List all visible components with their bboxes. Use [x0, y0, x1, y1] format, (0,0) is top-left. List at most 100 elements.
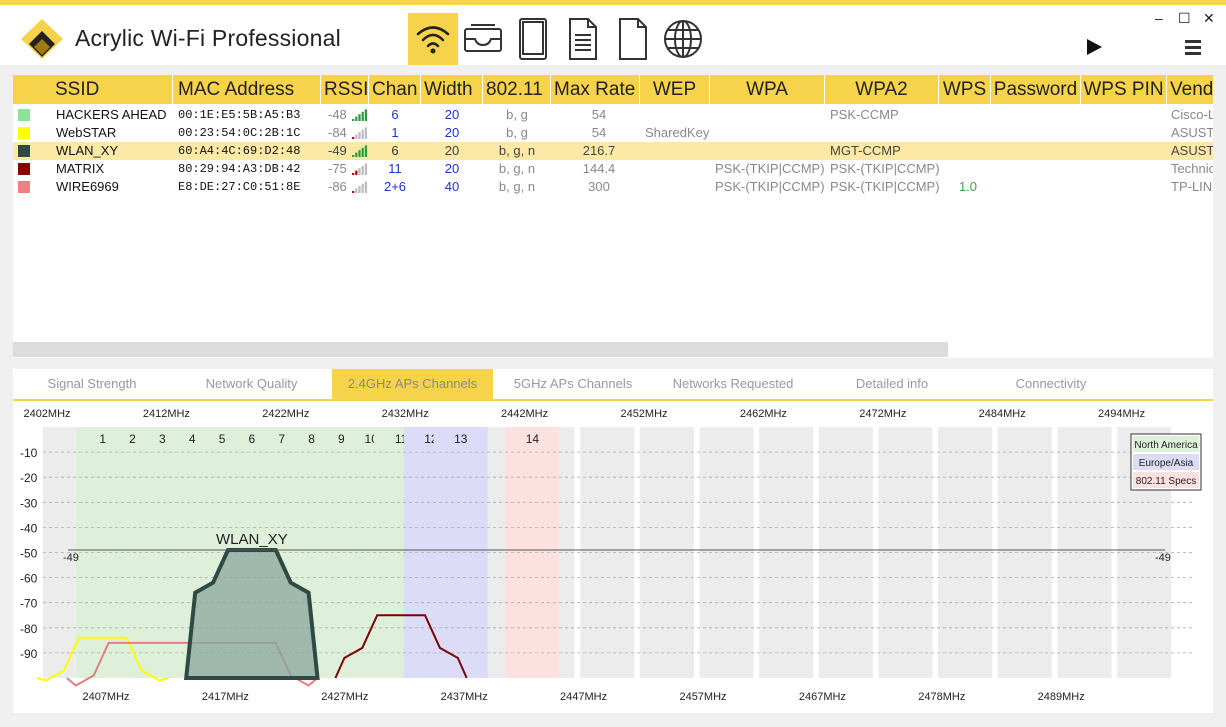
- cell-rate: 54: [591, 107, 607, 122]
- col-chan[interactable]: Chan: [369, 75, 421, 104]
- cell-wep: [645, 178, 713, 196]
- channel-label: 9: [338, 432, 345, 446]
- channel-label: 3: [159, 432, 166, 446]
- cell-wpa2: MGT-CCMP: [830, 143, 901, 158]
- y-tick-label: -50: [20, 547, 38, 561]
- col-wpspin[interactable]: WPS PIN: [1081, 75, 1167, 104]
- cell-wep: [645, 106, 713, 124]
- col-mac[interactable]: MAC Address: [173, 75, 321, 104]
- blank-document-icon[interactable]: [608, 13, 658, 65]
- channel-label: 14: [526, 432, 540, 446]
- channel-label: 5: [219, 432, 226, 446]
- cell-rate: 144.4: [582, 161, 616, 176]
- cell-rate: 54: [591, 125, 607, 140]
- bottom-freq-label: 2467MHz: [799, 691, 846, 703]
- top-freq-label: 2412MHz: [143, 408, 190, 420]
- bottom-freq-label: 2417MHz: [202, 691, 249, 703]
- cell-mac: E8:DE:27:C0:51:8E: [178, 180, 301, 194]
- cell-std: b, g: [506, 107, 528, 122]
- legend-label: North America: [1134, 440, 1198, 451]
- y-tick-label: -40: [20, 521, 38, 535]
- cell-std: b, g: [506, 125, 528, 140]
- cell-wps: [939, 142, 997, 160]
- cell-width: 20: [444, 125, 460, 140]
- document-icon[interactable]: [558, 13, 608, 65]
- col-password[interactable]: Password: [991, 75, 1081, 104]
- tab-5ghz-channels[interactable]: 5GHz APs Channels: [493, 369, 653, 399]
- channel-label: 2: [129, 432, 136, 446]
- signal-bars-icon: [352, 109, 367, 121]
- col-wep[interactable]: WEP: [640, 75, 710, 104]
- cell-wpa: [715, 142, 830, 160]
- col-width[interactable]: Width: [421, 75, 483, 104]
- tab-network-quality[interactable]: Network Quality: [171, 369, 332, 399]
- cell-width: 40: [444, 179, 460, 194]
- col-80211[interactable]: 802.11: [483, 75, 551, 104]
- tab-networks-requested[interactable]: Networks Requested: [653, 369, 813, 399]
- y-tick-label: -30: [20, 496, 38, 510]
- channel-label: 8: [308, 432, 315, 446]
- globe-icon[interactable]: [658, 13, 708, 65]
- top-freq-label: 2402MHz: [23, 408, 70, 420]
- y-tick-label: -70: [20, 597, 38, 611]
- bottom-freq-label: 2457MHz: [679, 691, 726, 703]
- tab-signal-strength[interactable]: Signal Strength: [13, 369, 171, 399]
- cell-ssid: WebSTAR: [56, 125, 117, 140]
- bottom-freq-label: 2447MHz: [560, 691, 607, 703]
- col-rssi[interactable]: RSSI: [321, 75, 369, 104]
- maximize-button[interactable]: ☐: [1178, 10, 1191, 27]
- table-row[interactable]: HACKERS AHEAD 00:1E:E5:5B:A5:B3 -48 6 20 b, g…: [13, 106, 1213, 124]
- channel-chart-area: 1 2 3 4 5 6 7 8 9 10 11 12 13 14 -10 -20 -30 -40 -50 -60 -70…: [13, 401, 1213, 713]
- legend-label: Europe/Asia: [1139, 458, 1194, 469]
- app-title: Acrylic Wi-Fi Professional: [75, 25, 341, 51]
- cell-chan: 11: [388, 161, 402, 176]
- cell-wpa2: [830, 124, 942, 142]
- cell-wps: [939, 160, 997, 178]
- col-ssid[interactable]: SSID: [13, 75, 173, 104]
- cell-rate: 300: [588, 179, 610, 194]
- cell-vendor: Technic: [1171, 161, 1213, 176]
- top-freq-label: 2494MHz: [1098, 408, 1145, 420]
- cell-wps: 1.0: [958, 179, 978, 194]
- cell-wps: [939, 124, 997, 142]
- inbox-icon[interactable]: [458, 13, 508, 65]
- horizontal-scrollbar[interactable]: [13, 342, 948, 357]
- col-wps[interactable]: WPS: [939, 75, 991, 104]
- minimize-button[interactable]: –: [1155, 10, 1163, 26]
- play-icon[interactable]: [1085, 38, 1103, 56]
- y-tick-label: -80: [20, 622, 38, 636]
- cell-width: 20: [444, 107, 460, 122]
- cell-wep: SharedKey: [645, 125, 710, 140]
- cell-wpa: PSK-(TKIP|CCMP): [715, 161, 825, 176]
- bottom-freq-label: 2427MHz: [321, 691, 368, 703]
- top-freq-label: 2472MHz: [859, 408, 906, 420]
- channel-label: 7: [278, 432, 285, 446]
- tab-connectivity[interactable]: Connectivity: [971, 369, 1131, 399]
- col-wpa[interactable]: WPA: [710, 75, 825, 104]
- col-wpa2[interactable]: WPA2: [825, 75, 939, 104]
- col-maxrate[interactable]: Max Rate: [551, 75, 640, 104]
- col-vendor[interactable]: Vend: [1167, 75, 1213, 104]
- tab-24ghz-channels[interactable]: 2.4GHz APs Channels: [332, 369, 493, 399]
- hamburger-menu-icon[interactable]: [1185, 40, 1201, 58]
- tab-detailed-info[interactable]: Detailed info: [813, 369, 971, 399]
- table-row[interactable]: WIRE6969 E8:DE:27:C0:51:8E -86 2+6 40 b, g, n…: [13, 178, 1213, 196]
- table-row[interactable]: WLAN_XY 60:A4:4C:69:D2:48 -49 6 20 b, g, n 216…: [13, 142, 1213, 160]
- title-bar: Acrylic Wi-Fi Professional – ☐ ✕: [0, 5, 1226, 65]
- cell-chan: 1: [391, 125, 399, 140]
- networks-table: SSID MAC Address RSSI Chan Width 802.11 …: [13, 75, 1213, 358]
- cell-width: 20: [444, 161, 460, 176]
- table-row[interactable]: MATRIX 80:29:94:A3:DB:42 -75 11 20 b, g, n 144…: [13, 160, 1213, 178]
- cell-chan: 2+6: [383, 179, 407, 194]
- close-button[interactable]: ✕: [1203, 10, 1215, 27]
- tablet-icon[interactable]: [508, 13, 558, 65]
- channel-bg-column: [818, 427, 873, 678]
- cell-std: b, g, n: [498, 161, 536, 176]
- cell-mac: 60:A4:4C:69:D2:48: [178, 144, 301, 158]
- rssi-reference-left: -49: [63, 552, 79, 564]
- cell-wpa: [715, 124, 830, 142]
- wifi-icon[interactable]: [408, 13, 458, 65]
- cell-mac: 00:23:54:0C:2B:1C: [178, 126, 301, 140]
- cell-ssid: HACKERS AHEAD: [56, 107, 167, 122]
- table-row[interactable]: WebSTAR 00:23:54:0C:2B:1C -84 1 20 b, g 54 Shar…: [13, 124, 1213, 142]
